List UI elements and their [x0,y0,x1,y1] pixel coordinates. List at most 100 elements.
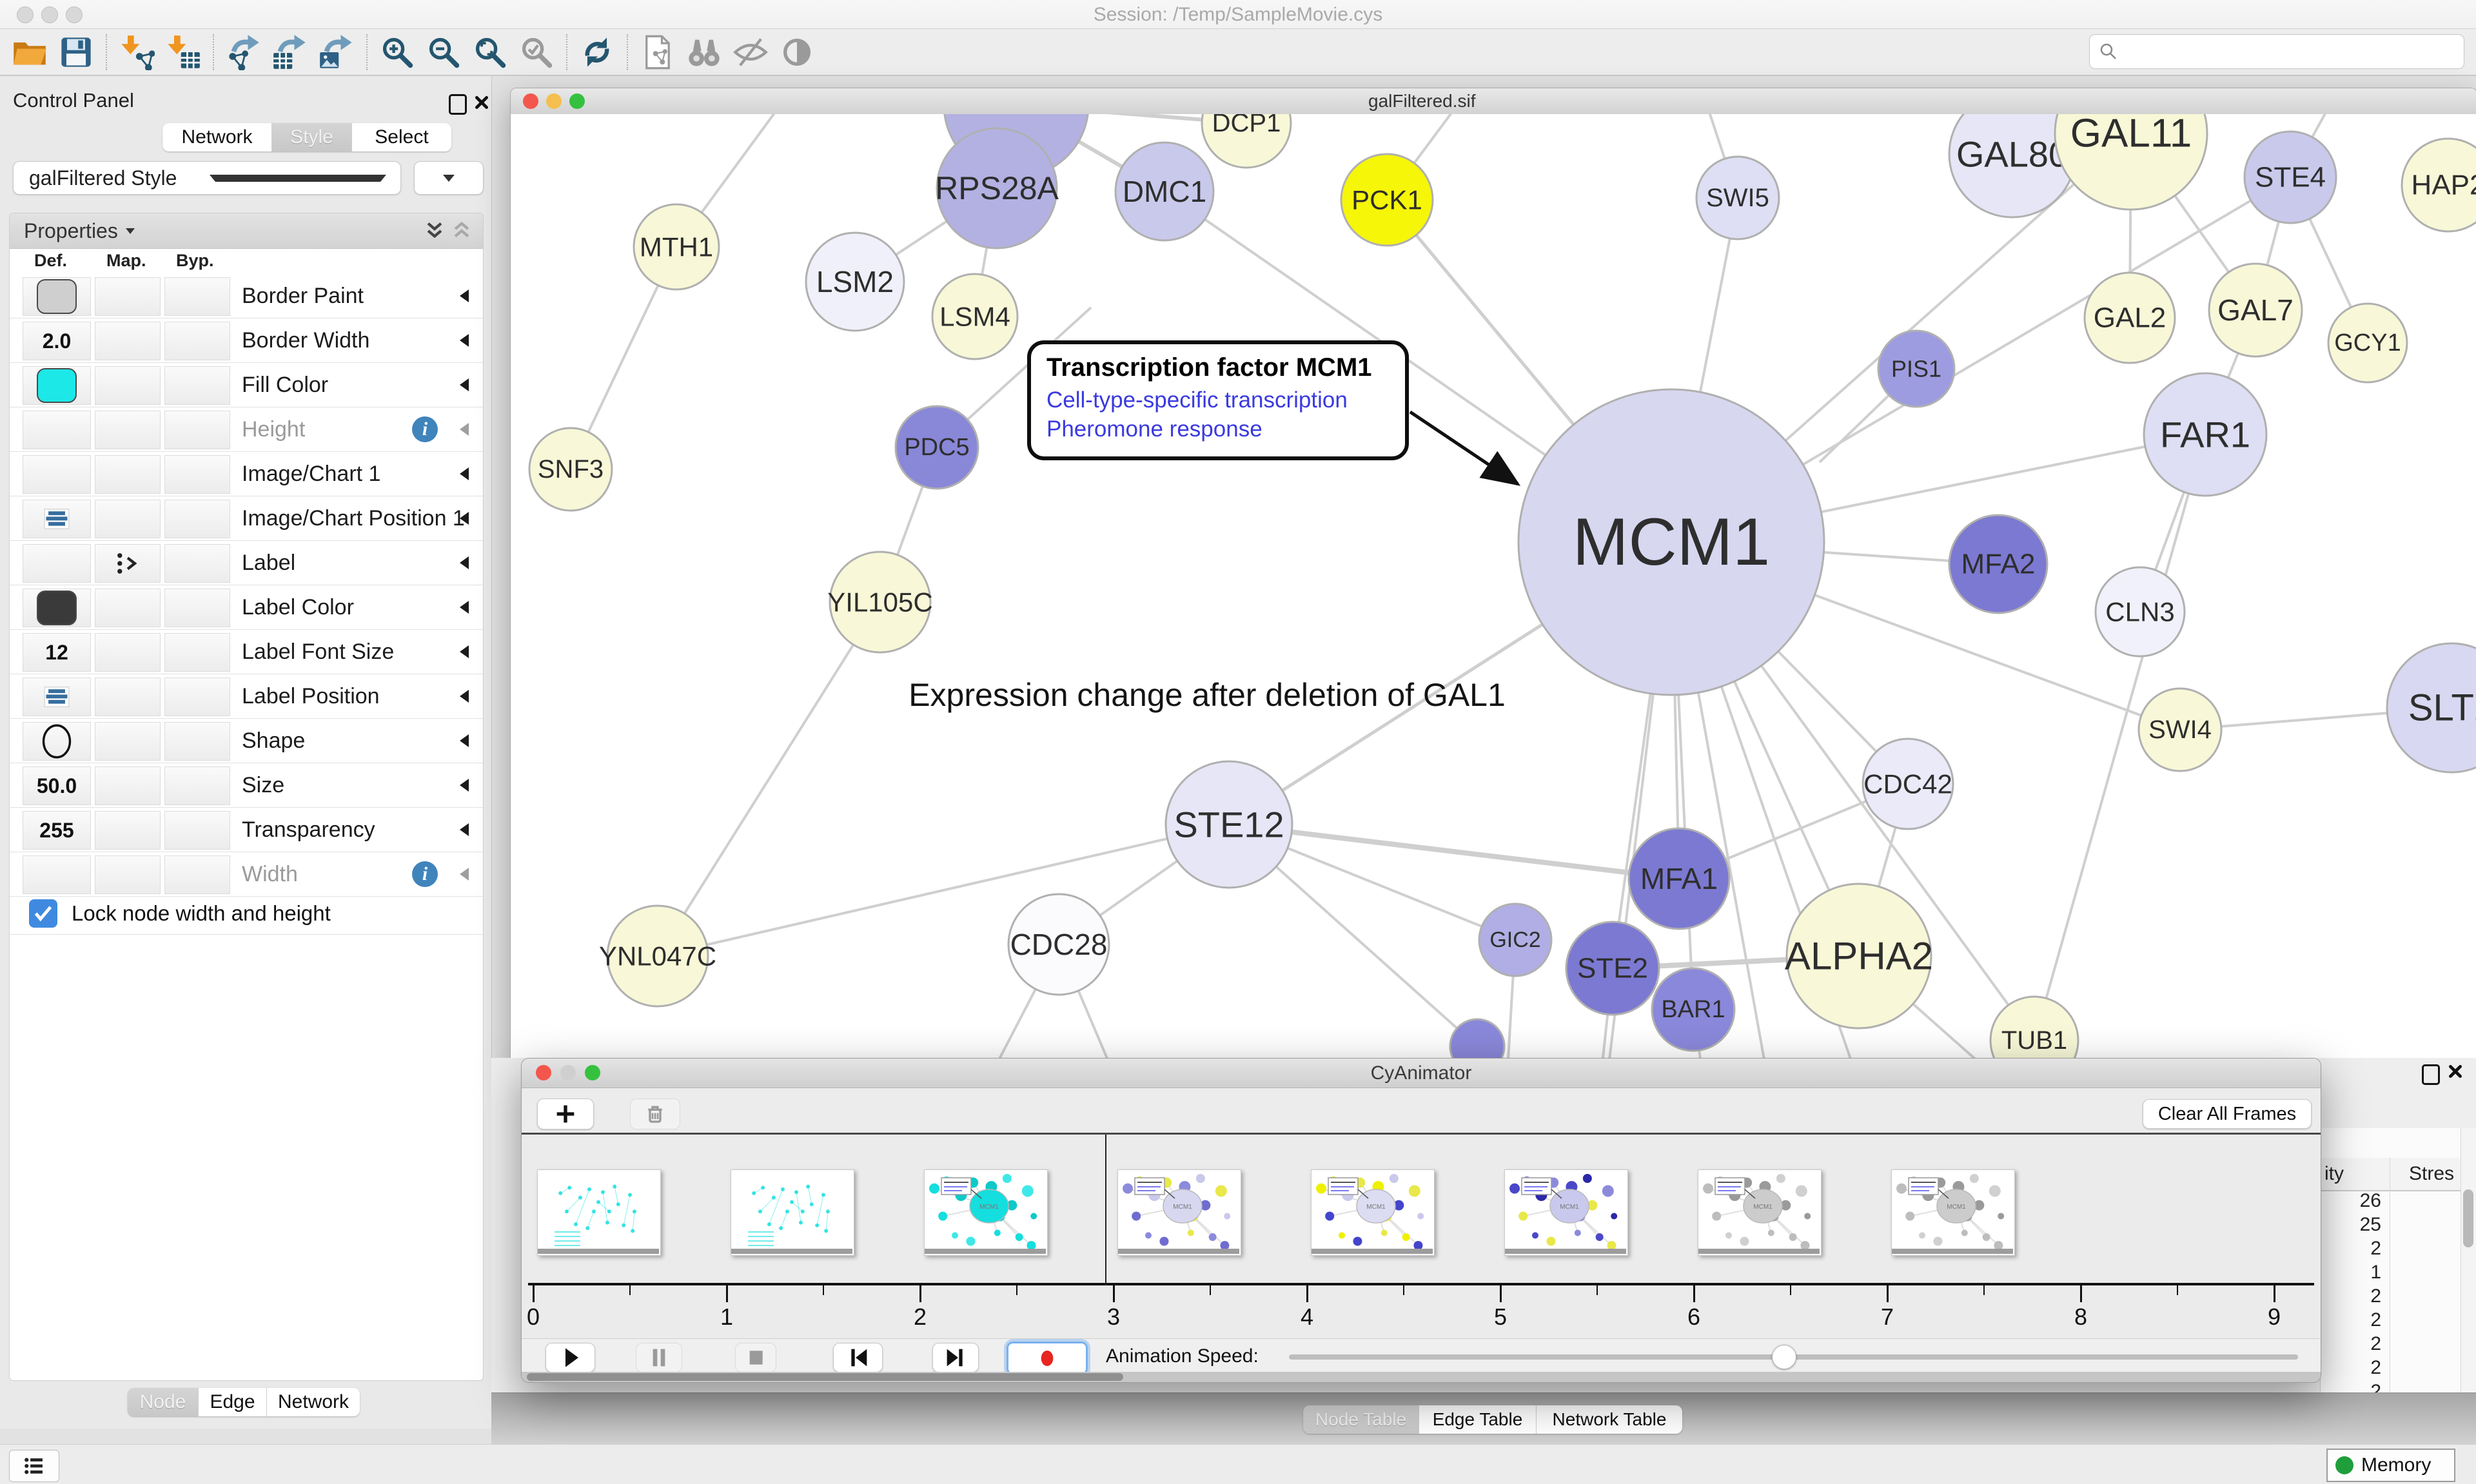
frame-thumbnail-4[interactable]: MCM1 [1311,1169,1435,1256]
network-node-PCK1[interactable]: PCK1 [1341,154,1433,246]
property-row-transparency[interactable]: 255Transparency [10,808,483,852]
skip-to-start-button[interactable] [833,1343,883,1372]
mapping-cell[interactable] [95,589,161,627]
scrollbar-thumb[interactable] [2463,1189,2473,1247]
tab-network[interactable]: Network [162,123,272,151]
network-node-STE4[interactable]: STE4 [2245,132,2336,223]
mapping-cell[interactable] [95,678,161,716]
expand-property-icon[interactable] [460,601,469,614]
minimize-window-icon[interactable] [546,93,562,109]
info-icon[interactable]: i [412,416,438,442]
property-row-border-width[interactable]: 2.0Border Width [10,318,483,363]
export-network-icon[interactable] [226,34,262,70]
bypass-cell[interactable] [164,366,230,405]
network-node-PDC5[interactable]: PDC5 [896,406,978,489]
table-row[interactable]: 26 [2321,1190,2461,1214]
frame-thumbnail-5[interactable]: MCM1 [1504,1169,1628,1256]
property-row-label-color[interactable]: Label Color [10,585,483,630]
skip-to-end-button[interactable] [932,1343,979,1372]
collapse-all-icon[interactable] [451,220,473,242]
import-table-icon[interactable] [165,34,201,70]
animation-speed-slider[interactable] [1289,1354,2298,1360]
save-session-icon[interactable] [58,34,94,70]
column-centrality[interactable]: ity [2324,1163,2344,1185]
network-node-PIS1[interactable]: PIS1 [1878,331,1954,407]
property-row-label-position[interactable]: Label Position [10,674,483,719]
lock-size-checkbox[interactable] [29,899,57,928]
property-row-shape[interactable]: Shape [10,719,483,763]
network-node-BAR1[interactable]: BAR1 [1652,968,1734,1051]
frame-thumbnail-0[interactable] [537,1169,661,1256]
mapping-cell[interactable] [95,722,161,761]
default-value-cell[interactable] [23,500,91,538]
import-network-icon[interactable] [119,34,155,70]
mapping-cell[interactable] [95,322,161,360]
float-table-panel-icon[interactable] [2422,1064,2440,1085]
add-frame-button[interactable] [537,1098,594,1129]
network-canvas[interactable]: DCP1RPS28ADMC1PCK1SWI5GAL80GAL11STE4HAP2… [511,114,2476,1071]
expand-property-icon[interactable] [460,378,469,391]
mapping-cell[interactable] [95,811,161,850]
default-value-cell[interactable] [23,544,91,583]
network-node-GAL11[interactable]: GAL11 [2055,114,2207,210]
property-row-size[interactable]: 50.0Size [10,763,483,808]
tab-select[interactable]: Select [352,123,451,151]
tab-network-style[interactable]: Network [267,1388,360,1416]
mapping-cell[interactable] [95,766,161,805]
frame-thumbnail-6[interactable]: MCM1 [1698,1169,1822,1256]
network-node-YNL047C[interactable]: YNL047C [599,906,716,1006]
mapping-cell[interactable] [95,366,161,405]
zoom-out-icon[interactable] [426,34,462,70]
close-window-icon[interactable] [523,93,538,109]
stop-button[interactable] [735,1343,776,1372]
play-button[interactable] [545,1343,595,1372]
annotation-box[interactable]: Transcription factor MCM1 Cell-type-spec… [1027,340,1409,460]
bypass-cell[interactable] [164,722,230,761]
cyanimator-titlebar[interactable]: CyAnimator [522,1059,2321,1088]
search-input[interactable] [2125,40,2464,63]
expand-property-icon[interactable] [460,868,469,881]
network-node-STE2[interactable]: STE2 [1566,922,1659,1015]
record-button[interactable] [1007,1342,1088,1375]
timeline-playhead[interactable] [1105,1135,1106,1285]
network-node-GAL2[interactable]: GAL2 [2085,273,2175,363]
close-panel-icon[interactable] [473,94,490,111]
network-node-RPS28A[interactable]: RPS28A [935,128,1059,248]
property-row-image-chart-position-1[interactable]: Image/Chart Position 1 [10,496,483,541]
mapping-cell[interactable] [95,411,161,449]
tab-edge-table[interactable]: Edge Table [1419,1405,1537,1434]
frame-thumbnail-1[interactable] [731,1169,854,1256]
bypass-cell[interactable] [164,766,230,805]
network-node-STE12[interactable]: STE12 [1166,761,1292,888]
expand-property-icon[interactable] [460,779,469,792]
mapping-cell[interactable] [95,633,161,672]
annotation-link[interactable]: Pheromone response [1046,415,1405,444]
zoom-in-icon[interactable] [379,34,415,70]
info-icon[interactable]: i [412,861,438,887]
hide-details-icon[interactable] [732,34,769,70]
network-file-icon[interactable] [640,34,676,70]
network-node-GIC2[interactable]: GIC2 [1479,904,1551,976]
style-options-button[interactable] [414,161,484,195]
tab-network-table[interactable]: Network Table [1537,1405,1682,1434]
default-value-cell[interactable]: 255 [23,811,91,850]
network-window-titlebar[interactable]: galFiltered.sif [511,88,2476,115]
zoom-selected-icon[interactable] [518,34,555,70]
network-node-LSM4[interactable]: LSM4 [932,274,1017,359]
table-row[interactable]: 2 [2321,1309,2461,1333]
clear-all-frames-button[interactable]: Clear All Frames [2143,1099,2312,1129]
network-node-SWI5[interactable]: SWI5 [1696,157,1779,239]
expand-property-icon[interactable] [460,423,469,436]
table-row[interactable]: 1 [2321,1262,2461,1285]
default-value-cell[interactable] [23,855,91,894]
task-history-button[interactable] [9,1450,59,1482]
network-node-MFA2[interactable]: MFA2 [1949,515,2047,613]
bypass-cell[interactable] [164,544,230,583]
bypass-cell[interactable] [164,811,230,850]
network-node-ALPHA2[interactable]: ALPHA2 [1785,884,1933,1028]
bypass-cell[interactable] [164,855,230,894]
frame-thumbnail-7[interactable]: MCM1 [1891,1169,2015,1256]
table-row[interactable]: 25 [2321,1214,2461,1238]
property-row-fill-color[interactable]: Fill Color [10,363,483,407]
default-value-cell[interactable] [23,455,91,494]
